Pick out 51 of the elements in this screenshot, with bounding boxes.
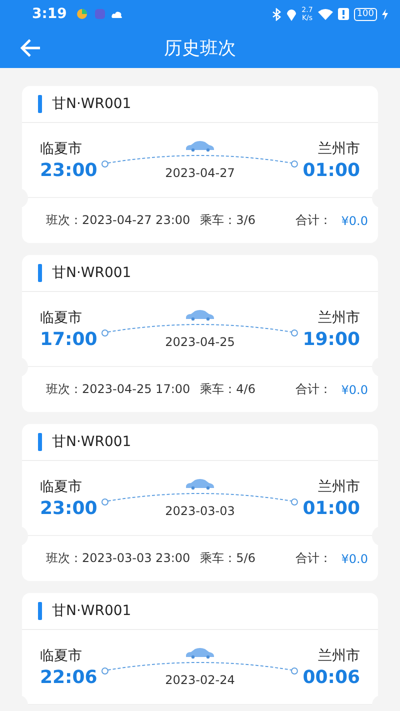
total-label: 合计： xyxy=(295,550,332,567)
total-label: 合计： xyxy=(295,381,332,398)
departure-time: 17:00 xyxy=(40,328,98,350)
car-icon xyxy=(185,647,215,659)
charging-icon xyxy=(382,8,388,20)
departure-time: 23:00 xyxy=(40,498,98,518)
car-icon xyxy=(185,478,215,490)
departure-city: 临夏市 xyxy=(40,140,83,158)
back-button[interactable] xyxy=(20,38,42,58)
departure-city: 临夏市 xyxy=(40,308,83,326)
plate-number: 甘N·WR001 xyxy=(52,264,132,282)
car-icon xyxy=(185,309,215,321)
arrival-time: 01:00 xyxy=(302,160,360,180)
arrival-city: 兰州市 xyxy=(318,140,360,158)
arrival-time: 01:00 xyxy=(302,498,360,518)
total-label: 合计： xyxy=(295,212,332,229)
wifi-icon xyxy=(318,8,333,20)
trip-date: 2023-02-24 xyxy=(165,673,235,687)
schedule-text: 班次：2023-04-27 23:00 xyxy=(46,212,190,229)
plate-number: 甘N·WR001 xyxy=(52,602,132,620)
trip-date: 2023-03-03 xyxy=(165,504,235,518)
schedule-text: 班次：2023-04-25 17:00 xyxy=(46,381,190,398)
seats-text: 乘车：3/6 xyxy=(200,212,256,229)
page-title: 历史班次 xyxy=(164,37,236,60)
total-price: ¥0.0 xyxy=(341,214,368,228)
total-price: ¥0.0 xyxy=(341,382,368,396)
arrival-time: 00:06 xyxy=(302,666,360,688)
arrival-time: 19:00 xyxy=(302,328,360,350)
bluetooth-icon xyxy=(272,8,281,20)
car-icon xyxy=(185,140,215,152)
plate-number: 甘N·WR001 xyxy=(52,433,132,451)
departure-city: 临夏市 xyxy=(40,646,83,664)
app-icon xyxy=(74,8,89,20)
alert-icon xyxy=(338,8,349,20)
trip-date: 2023-04-25 xyxy=(165,335,235,349)
battery-level: 100 xyxy=(354,8,377,20)
arrival-city: 兰州市 xyxy=(318,646,360,664)
schedule-text: 班次：2023-03-03 23:00 xyxy=(46,550,190,567)
seats-text: 乘车：4/6 xyxy=(200,381,256,398)
departure-time: 23:00 xyxy=(40,160,98,180)
departure-time: 22:06 xyxy=(40,666,98,688)
seats-text: 乘车：5/6 xyxy=(200,550,256,567)
status-time: 3:19 xyxy=(32,6,67,22)
total-price: ¥0.0 xyxy=(341,552,368,566)
plate-number: 甘N·WR001 xyxy=(52,95,132,113)
arrival-city: 兰州市 xyxy=(318,308,360,326)
trip-date: 2023-04-27 xyxy=(165,166,235,180)
location-icon xyxy=(286,8,297,20)
cloud-icon xyxy=(110,9,123,19)
arrival-city: 兰州市 xyxy=(318,478,360,496)
departure-city: 临夏市 xyxy=(40,478,83,496)
